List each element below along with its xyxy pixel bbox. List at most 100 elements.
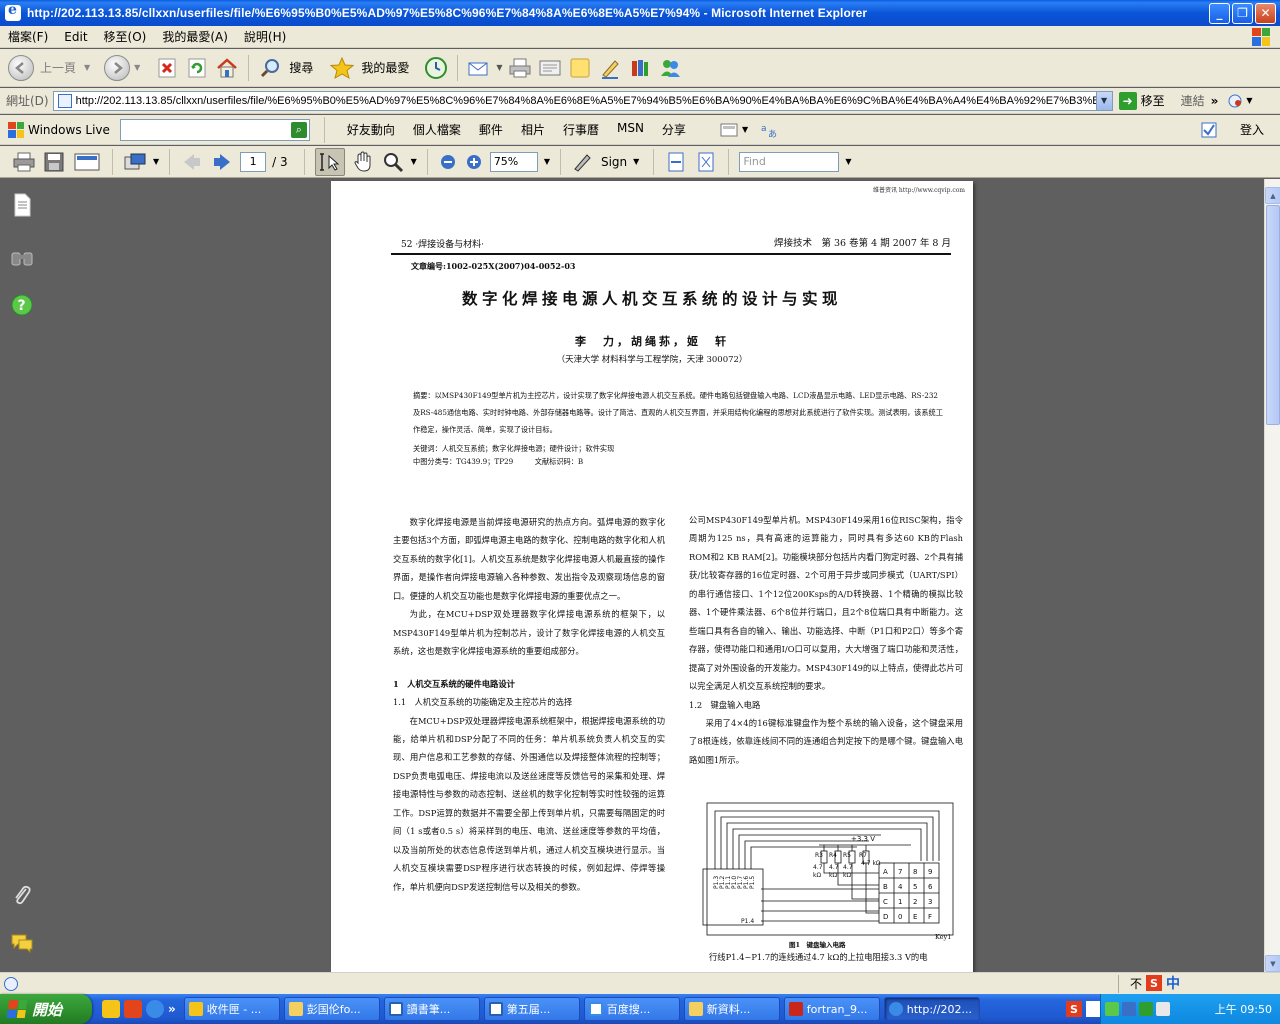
forward-dropdown-icon[interactable]: ▼ [134, 63, 140, 72]
checkbox-icon[interactable] [1196, 117, 1222, 143]
marquee-zoom-icon[interactable] [381, 150, 405, 174]
task-button-ie-active[interactable]: http://202... [883, 997, 980, 1021]
pdf-print-icon[interactable] [12, 150, 36, 174]
live-screen-dropdown-icon[interactable]: ▼ [742, 125, 748, 134]
pen-icon[interactable] [597, 55, 623, 81]
task-button-baidu[interactable]: 百度搜... [583, 997, 680, 1021]
ie-app-icon[interactable] [5, 2, 21, 21]
live-link-photos[interactable]: 相片 [521, 121, 545, 138]
select-text-tool-icon[interactable] [314, 147, 345, 176]
live-link-profile[interactable]: 個人檔案 [413, 121, 461, 138]
task-button-new-folder[interactable]: 新資料... [683, 997, 780, 1021]
pages-panel-icon[interactable] [10, 193, 34, 217]
print-icon[interactable] [507, 55, 533, 81]
favorites-star-icon[interactable] [329, 55, 355, 81]
maximize-button[interactable]: ❐ [1232, 2, 1253, 24]
fit-page-icon[interactable] [694, 150, 718, 174]
attachments-binoculars-icon[interactable] [10, 245, 34, 269]
ime-chinese-mode[interactable]: 中 [1166, 973, 1180, 993]
live-link-msn[interactable]: MSN [617, 121, 644, 138]
close-button[interactable]: ✕ [1255, 2, 1276, 24]
messenger-icon[interactable] [657, 55, 683, 81]
scroll-down-arrow-icon[interactable]: ▼ [1265, 955, 1280, 972]
search-button-label[interactable]: 搜尋 [289, 59, 313, 76]
tray-messenger-icon[interactable] [1122, 1002, 1136, 1016]
tray-network-icon[interactable] [1105, 1002, 1119, 1016]
menu-help[interactable]: 說明(H) [236, 28, 294, 45]
next-page-icon[interactable] [210, 150, 234, 174]
mail-dropdown-icon[interactable]: ▼ [496, 63, 502, 72]
comments-icon[interactable] [10, 931, 34, 955]
tray-clock[interactable]: 上午 09:50 [1215, 1001, 1272, 1017]
chevron-right-icon[interactable]: » [168, 1002, 176, 1016]
toolbar-options-icon[interactable] [1226, 88, 1246, 114]
menu-file[interactable]: 檔案(F) [0, 28, 56, 45]
menu-go[interactable]: 移至(O) [96, 28, 155, 45]
quick-launch-app-icon[interactable] [102, 1000, 120, 1018]
home-icon[interactable] [214, 55, 240, 81]
page-number-input[interactable]: 1 [240, 151, 267, 172]
zoom-level-input[interactable]: 75% [489, 151, 538, 172]
task-button-pdf[interactable]: fortran_9... [783, 997, 880, 1021]
back-button-label[interactable]: 上一頁 [40, 59, 76, 76]
hand-tool-icon[interactable] [351, 150, 375, 174]
scroll-up-arrow-icon[interactable]: ▲ [1265, 187, 1280, 204]
mail-icon[interactable] [466, 55, 492, 81]
research-books-icon[interactable] [627, 55, 653, 81]
sign-pen-icon[interactable] [571, 150, 595, 174]
pdf-email-icon[interactable] [72, 150, 102, 174]
previous-page-icon[interactable] [180, 150, 204, 174]
task-button-outlook[interactable]: 收件匣 - ... [183, 997, 280, 1021]
task-button-word[interactable]: 讀書筆... [383, 997, 480, 1021]
favorites-button-label[interactable]: 我的最愛 [361, 59, 409, 76]
address-url[interactable]: http://202.113.13.85/cllxxn/userfiles/fi… [76, 95, 1096, 107]
zoom-tool-dropdown-icon[interactable]: ▼ [411, 157, 417, 166]
live-link-mail[interactable]: 郵件 [479, 121, 503, 138]
pdf-document-area[interactable]: 维普资讯 http://www.cqvip.com 52 ·焊接设备与材料· 焊… [44, 179, 1264, 972]
ie-quick-launch-icon[interactable] [146, 1000, 164, 1018]
sign-button[interactable]: Sign [601, 155, 627, 169]
history-icon[interactable] [423, 55, 449, 81]
quick-launch-app-icon[interactable] [124, 1000, 142, 1018]
live-link-calendar[interactable]: 行事曆 [563, 121, 599, 138]
sign-dropdown-icon[interactable]: ▼ [633, 157, 639, 166]
edit-page-icon[interactable] [537, 55, 563, 81]
zoom-out-icon[interactable] [438, 150, 458, 174]
paperclip-icon[interactable] [10, 883, 34, 907]
minimize-button[interactable]: _ [1209, 2, 1230, 24]
search-icon[interactable] [257, 55, 283, 81]
options-dropdown-icon[interactable]: ▼ [1246, 96, 1252, 105]
forward-arrow-icon[interactable] [104, 54, 131, 81]
menu-edit[interactable]: Edit [56, 30, 95, 44]
sogou-ime-icon[interactable]: S [1146, 975, 1163, 991]
windows-live-brand[interactable]: Windows Live [8, 121, 110, 138]
back-arrow-icon[interactable] [8, 54, 34, 81]
find-dropdown-icon[interactable]: ▼ [845, 157, 851, 166]
fit-width-icon[interactable] [664, 150, 688, 174]
go-button[interactable]: ➜ 移至 [1118, 91, 1165, 110]
address-input[interactable]: http://202.113.13.85/cllxxn/userfiles/fi… [52, 90, 1113, 111]
task-button-folder[interactable]: 彭国伦fo... [283, 997, 380, 1021]
task-button-document[interactable]: 第五届... [483, 997, 580, 1021]
signin-button[interactable]: 登入 [1240, 121, 1264, 138]
share-dropdown-icon[interactable]: ▼ [153, 157, 159, 166]
translate-icon[interactable]: aあ [756, 117, 782, 143]
zoom-in-icon[interactable] [464, 150, 484, 174]
address-dropdown-icon[interactable]: ▼ [1095, 91, 1112, 110]
help-icon[interactable]: ? [10, 293, 34, 317]
live-search-input[interactable]: ⌕ [119, 118, 310, 141]
live-screen-icon[interactable] [716, 117, 742, 143]
links-label[interactable]: 連結 [1181, 92, 1205, 109]
stop-icon[interactable] [154, 55, 180, 81]
menu-favorites[interactable]: 我的最愛(A) [154, 28, 236, 45]
pdf-save-icon[interactable] [42, 150, 66, 174]
zoom-level-dropdown-icon[interactable]: ▼ [544, 157, 550, 166]
pdf-share-icon[interactable] [123, 150, 147, 174]
find-input[interactable]: Find [739, 151, 840, 172]
notes-icon[interactable] [567, 55, 593, 81]
chevron-right-icon[interactable]: » [1211, 94, 1219, 108]
start-button[interactable]: 開始 [0, 994, 92, 1024]
live-link-share[interactable]: 分享 [662, 121, 686, 138]
scroll-thumb[interactable] [1266, 205, 1280, 425]
tray-volume-icon[interactable] [1156, 1002, 1170, 1016]
